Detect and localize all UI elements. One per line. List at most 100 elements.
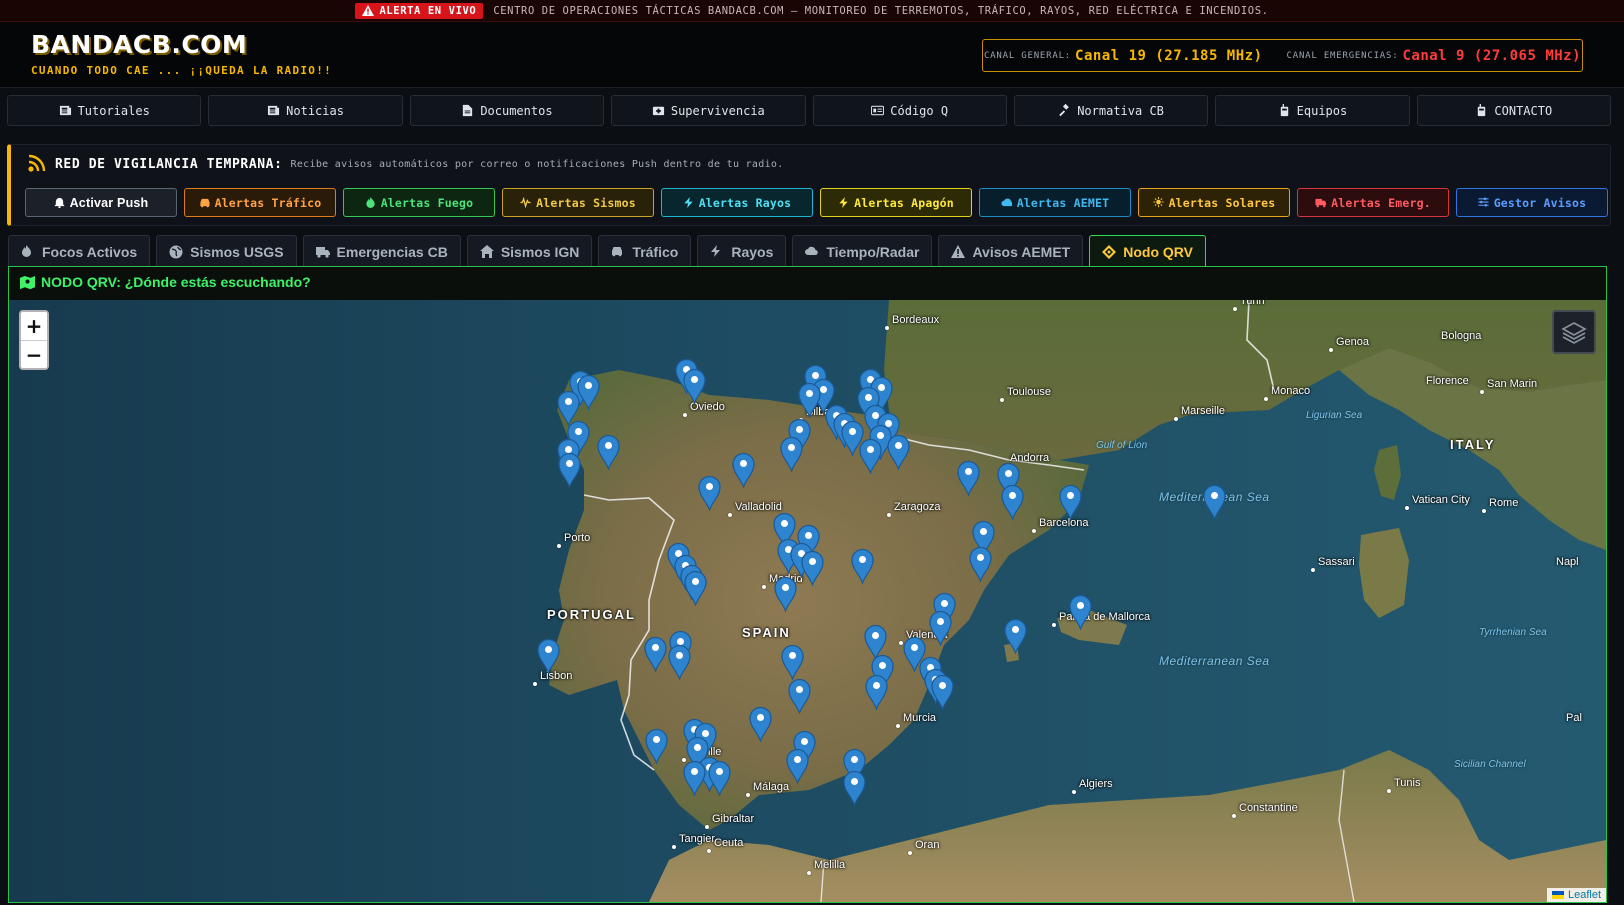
map-pin-icon[interactable] [1069,594,1092,632]
gestor-avisos-button[interactable]: Gestor Avisos [1456,188,1608,217]
map-pin-icon[interactable] [577,374,600,412]
map-pin-icon[interactable] [788,678,811,716]
map-pin-icon[interactable] [668,644,691,682]
button-label: Alertas Emerg. [1331,195,1431,210]
tab-sismos-ign[interactable]: Sismos IGN [466,235,593,267]
tab-focos-activos[interactable]: Focos Activos [8,235,151,267]
map-pin-icon[interactable] [780,436,803,474]
map-pin-icon[interactable] [865,674,888,712]
city-dot [908,851,912,855]
sun-icon [1153,197,1164,208]
warning-icon [951,244,966,258]
map-pin-icon[interactable] [887,434,910,472]
map-pin-icon[interactable] [801,550,824,588]
tab-tiempo-radar[interactable]: Tiempo/Radar [792,235,933,267]
truck-icon [315,246,330,258]
map-pin-icon[interactable] [781,644,804,682]
map-label-tunis: Tunis [1394,777,1421,789]
map-pin-icon[interactable] [537,638,560,676]
tab-tr-fico[interactable]: Tráfico [598,235,692,267]
cloud-icon [805,246,819,255]
tab-label: Avisos AEMET [972,243,1071,260]
map-pin-icon[interactable] [558,452,581,490]
nav-item-normativa-cb[interactable]: Normativa CB [1013,95,1209,126]
alert-ticker: ALERTA EN VIVO CENTRO DE OPERACIONES TÁC… [0,0,1624,22]
panel-title: NODO QRV: ¿Dónde estás escuchando? [20,274,311,290]
alertas-solares-button[interactable]: Alertas Solares [1138,188,1290,217]
map-label-spain: SPAIN [742,625,791,640]
map-pin-icon[interactable] [749,706,772,744]
attribution-link[interactable]: Leaflet [1568,889,1601,901]
tab-avisos-aemet[interactable]: Avisos AEMET [938,235,1084,267]
nav-item-label: Equipos [1296,103,1348,118]
map-pin-icon[interactable] [732,452,755,490]
nav-item-equipos[interactable]: Equipos [1215,95,1410,126]
map-pin-icon[interactable] [698,475,721,513]
button-label: Alertas Apagón [854,195,954,210]
map-pin-icon[interactable] [683,368,706,406]
button-label: Alertas Sismos [536,195,636,210]
alertas-sismos-button[interactable]: Alertas Sismos [502,188,654,217]
map-pin-icon[interactable] [684,570,707,608]
map-pin-icon[interactable] [851,548,874,586]
zoom-in-button[interactable]: + [21,312,47,340]
map-pin-icon[interactable] [597,434,620,472]
map-pin-icon[interactable] [774,576,797,614]
city-dot [1032,529,1036,533]
main-nav: Tutoriales Noticias Documentos Supervivenci… [7,95,1611,127]
map-pin-icon[interactable] [859,438,882,476]
map-label-turin: Turin [1240,300,1265,307]
map-pin-icon[interactable] [969,546,992,584]
nav-item-tutoriales[interactable]: Tutoriales [7,95,202,126]
layers-button[interactable] [1552,310,1596,354]
alertas-rayos-button[interactable]: Alertas Rayos [661,188,813,217]
map-label-italy: ITALY [1450,437,1496,452]
map-pin-icon[interactable] [957,460,980,498]
tab-sismos-usgs[interactable]: Sismos USGS [156,235,297,267]
map-pin-icon[interactable] [1203,484,1226,522]
nav-item-contacto[interactable]: CONTACTO [1416,95,1611,126]
nav-item-documentos[interactable]: Documentos [409,95,605,126]
tab-label: Sismos IGN [500,243,580,260]
map-pin-icon[interactable] [1004,618,1027,656]
map-pin-icon[interactable] [929,610,952,648]
map-pin-icon[interactable] [644,636,667,674]
fire-icon [366,197,375,208]
map-label-genoa: Genoa [1336,336,1370,348]
tab-rayos[interactable]: Rayos [697,235,787,267]
map-pin-icon[interactable] [708,760,731,798]
alertas-apag-n-button[interactable]: Alertas Apagón [820,188,972,217]
alertas-fuego-button[interactable]: Alertas Fuego [343,188,495,217]
nav-item-supervivencia[interactable]: Supervivencia [611,95,806,126]
map-pin-icon[interactable] [645,728,668,766]
tab-emergencias-cb[interactable]: Emergencias CB [302,235,461,267]
city-dot [885,326,889,330]
live-alert-label: ALERTA EN VIVO [379,4,477,17]
map-pin-icon[interactable] [843,770,866,808]
site-logo[interactable]: BANDACB.COM [31,30,247,59]
map-label-pal: Pal [1566,712,1582,724]
tab-bar: Focos Activos Sismos USGS Emergencias CB Si… [8,235,1206,267]
nav-item-label: Noticias [286,103,344,118]
alertas-aemet-button[interactable]: Alertas AEMET [979,188,1131,217]
tab-label: Rayos [731,243,774,260]
map-pin-icon[interactable] [1001,484,1024,522]
map-pin-icon[interactable] [1059,484,1082,522]
map-label-oran: Oran [915,839,940,851]
qrv-map[interactable]: Bordeaux Turin Genoa Bologna Toulouse Monaco M… [9,300,1606,902]
alertas-tr-fico-button[interactable]: Alertas Tráfico [184,188,336,217]
newspaper-icon [59,105,71,116]
nav-item-noticias[interactable]: Noticias [208,95,403,126]
activar-push-button[interactable]: Activar Push [25,188,177,217]
map-pin-icon[interactable] [683,760,706,798]
map-pin-icon[interactable] [798,382,821,420]
alertas-emerg--button[interactable]: Alertas Emerg. [1297,188,1449,217]
channel-emergency-value: Canal 9 (27.065 MHz) [1402,47,1582,64]
tab-nodo-qrv[interactable]: Nodo QRV [1089,235,1206,267]
map-attribution[interactable]: Leaflet [1546,888,1606,902]
nav-item-c-digo-q[interactable]: Código Q [812,95,1007,126]
map-pin-icon[interactable] [786,748,809,786]
zoom-out-button[interactable]: − [21,340,47,368]
map-pin-icon[interactable] [931,674,954,712]
house-icon [479,244,494,258]
